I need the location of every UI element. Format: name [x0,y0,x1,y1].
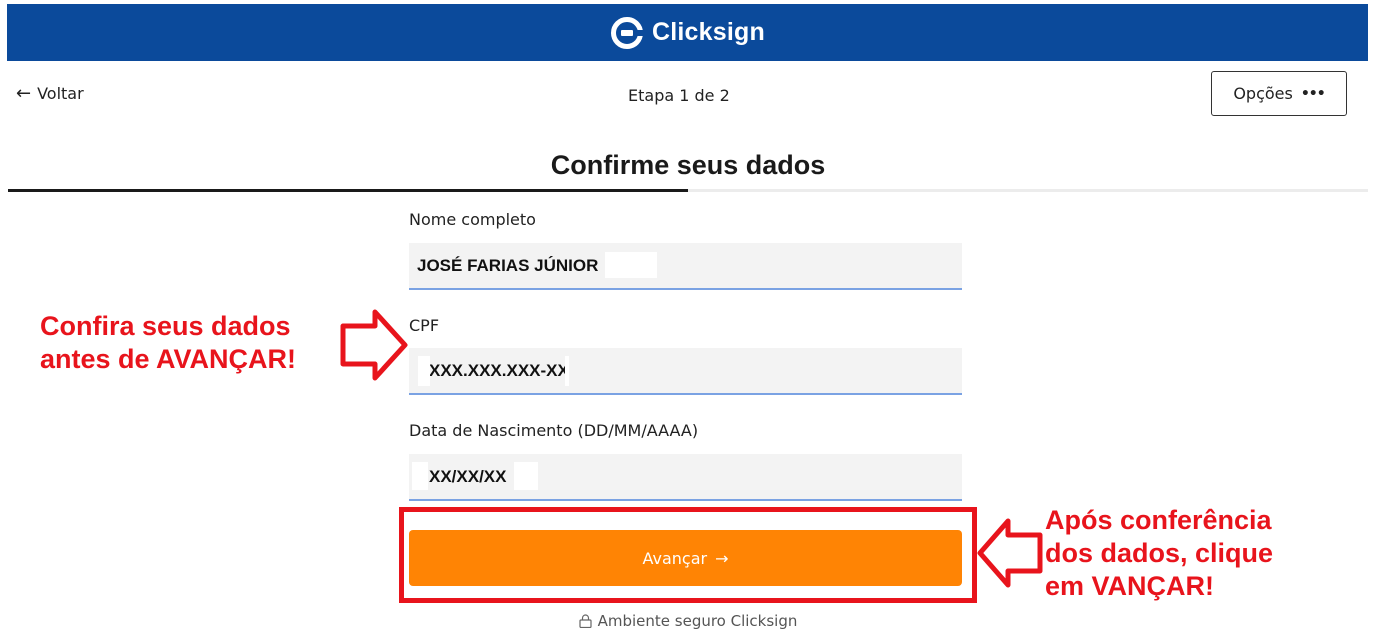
cpf-label: CPF [409,316,440,335]
redaction-mask [418,356,430,386]
annotation-highlight-box [399,507,977,603]
back-button[interactable]: ← Voltar [16,84,84,103]
redaction-mask [565,356,569,386]
step-indicator: Etapa 1 de 2 [628,86,730,105]
full-name-input[interactable] [409,243,962,290]
header-bar: Clicksign [7,4,1368,61]
secure-note: Ambiente seguro Clicksign [0,612,1376,630]
annotation-right-line2: dos dados, clique [1045,538,1274,568]
birthdate-input[interactable] [409,454,962,501]
options-button[interactable]: Opções ••• [1211,71,1347,116]
options-label: Opções [1233,84,1293,103]
arrow-left-icon: ← [16,82,32,104]
annotation-right: Após conferência dos dados, clique em VA… [1045,504,1273,603]
annotation-right-line3: em VANÇAR! [1045,571,1215,601]
redaction-mask [605,252,657,278]
annotation-arrow-left-icon [977,518,1043,588]
annotation-left-line2: antes de AVANÇAR! [40,344,297,374]
brand: Clicksign [610,16,765,50]
brand-name: Clicksign [652,18,765,46]
step-nav: ← Voltar Etapa 1 de 2 Opções ••• [0,62,1376,192]
cpf-input[interactable] [409,348,962,395]
redaction-mask [514,462,538,490]
lock-icon [578,614,592,628]
page-title: Confirme seus dados [550,150,826,180]
name-label: Nome completo [409,210,536,229]
clicksign-logo-icon [611,16,645,49]
redaction-mask [412,462,428,490]
progress-fill [8,189,688,192]
annotation-left: Confira seus dados antes de AVANÇAR! [40,310,296,376]
more-dots-icon: ••• [1300,85,1326,102]
secure-label: Ambiente seguro Clicksign [597,612,798,630]
back-label: Voltar [37,84,84,103]
progress-track [8,189,1368,192]
birthdate-label: Data de Nascimento (DD/MM/AAAA) [409,421,699,440]
annotation-left-line1: Confira seus dados [40,311,291,341]
annotation-arrow-right-icon [340,309,408,381]
annotation-right-line1: Após conferência [1045,505,1272,535]
